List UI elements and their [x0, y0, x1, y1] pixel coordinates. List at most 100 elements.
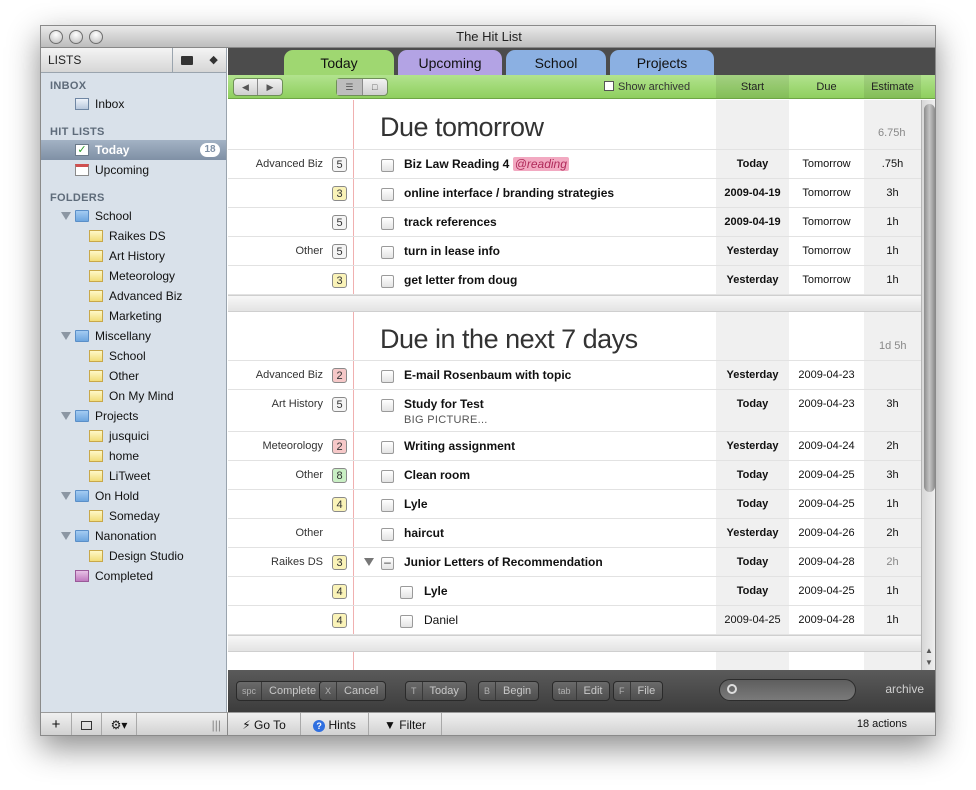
- task-title[interactable]: Lyle: [424, 584, 448, 598]
- priority-badge[interactable]: 3: [332, 273, 347, 288]
- scroll-up-arrow-icon[interactable]: ▲: [925, 646, 933, 655]
- task-checkbox[interactable]: [381, 188, 394, 201]
- priority-badge[interactable]: 4: [332, 613, 347, 628]
- list-art-history[interactable]: Art History: [41, 246, 226, 266]
- disclosure-triangle-icon[interactable]: [61, 532, 71, 540]
- zoom-window-button[interactable]: [89, 30, 103, 44]
- list-raikes-ds[interactable]: Raikes DS: [41, 226, 226, 246]
- file-button[interactable]: F File: [613, 681, 664, 701]
- priority-badge[interactable]: 3: [332, 555, 347, 570]
- archive-button[interactable]: archive: [885, 682, 924, 696]
- table-row[interactable]: 4 Daniel 2009-04-25 2009-04-28 1h: [228, 606, 921, 635]
- table-row[interactable]: 5 track references 2009-04-19 Tomorrow 1…: [228, 208, 921, 237]
- table-row[interactable]: Raikes DS 3 – Junior Letters of Recommen…: [228, 548, 921, 577]
- table-row[interactable]: Other 8 Clean room Today 2009-04-25 3h: [228, 461, 921, 490]
- task-title[interactable]: online interface / branding strategies: [404, 186, 614, 200]
- task-tag[interactable]: @reading: [512, 157, 569, 171]
- priority-badge[interactable]: 8: [332, 468, 347, 483]
- list-jusquici[interactable]: jusquici: [41, 426, 226, 446]
- disclosure-triangle-icon[interactable]: [61, 332, 71, 340]
- tab-school[interactable]: School: [506, 50, 606, 75]
- table-row[interactable]: Art History 5 Study for Test BIG PICTURE…: [228, 390, 921, 432]
- priority-badge[interactable]: 2: [332, 368, 347, 383]
- task-checkbox-partial[interactable]: –: [381, 556, 394, 570]
- action-menu-button[interactable]: ⚙▾: [102, 713, 137, 735]
- task-title[interactable]: track references: [404, 215, 497, 229]
- sidebar-item-inbox[interactable]: Inbox: [41, 94, 226, 114]
- task-title[interactable]: get letter from doug: [404, 273, 517, 287]
- task-checkbox[interactable]: [381, 441, 394, 454]
- list-school[interactable]: School: [41, 346, 226, 366]
- list-meteorology[interactable]: Meteorology: [41, 266, 226, 286]
- task-title[interactable]: Biz Law Reading 4 @reading: [404, 157, 569, 171]
- table-row[interactable]: Other haircut Yesterday 2009-04-26 2h: [228, 519, 921, 548]
- tab-upcoming[interactable]: Upcoming: [398, 50, 502, 75]
- card-view-icon[interactable]: □: [363, 79, 388, 95]
- folder-nanonation[interactable]: Nanonation: [41, 526, 226, 546]
- list-other[interactable]: Other: [41, 366, 226, 386]
- table-row[interactable]: 3 online interface / branding strategies…: [228, 179, 921, 208]
- task-checkbox[interactable]: [381, 470, 394, 483]
- task-title[interactable]: turn in lease info: [404, 244, 500, 258]
- task-title[interactable]: Junior Letters of Recommendation: [404, 555, 603, 569]
- tab-projects[interactable]: Projects: [610, 50, 714, 75]
- show-archived-toggle[interactable]: Show archived: [604, 81, 690, 93]
- vertical-scrollbar[interactable]: ▲ ▼: [921, 100, 935, 670]
- task-checkbox[interactable]: [381, 159, 394, 172]
- forward-arrow-icon[interactable]: ▶: [258, 79, 282, 95]
- list-marketing[interactable]: Marketing: [41, 306, 226, 326]
- task-checkbox[interactable]: [381, 217, 394, 230]
- sidebar-item-upcoming[interactable]: Upcoming: [41, 160, 226, 180]
- task-checkbox[interactable]: [400, 586, 413, 599]
- filter-button[interactable]: ▼ Filter: [369, 713, 442, 735]
- back-arrow-icon[interactable]: ◀: [234, 79, 258, 95]
- task-checkbox[interactable]: [400, 615, 413, 628]
- list-home[interactable]: home: [41, 446, 226, 466]
- priority-badge[interactable]: 4: [332, 584, 347, 599]
- table-row[interactable]: Advanced Biz 2 E-mail Rosenbaum with top…: [228, 361, 921, 390]
- priority-badge[interactable]: 3: [332, 186, 347, 201]
- table-row[interactable]: Advanced Biz 5 Biz Law Reading 4 @readin…: [228, 150, 921, 179]
- tag-icon[interactable]: ◆: [209, 48, 217, 72]
- complete-button[interactable]: spc Complete: [236, 681, 325, 701]
- task-title[interactable]: Writing assignment: [404, 439, 515, 453]
- scroll-thumb[interactable]: [924, 104, 935, 492]
- priority-badge[interactable]: 5: [332, 215, 347, 230]
- list-litweet[interactable]: LiTweet: [41, 466, 226, 486]
- folder-miscellany[interactable]: Miscellany: [41, 326, 226, 346]
- folder-school[interactable]: School: [41, 206, 226, 226]
- close-window-button[interactable]: [49, 30, 63, 44]
- begin-button[interactable]: B Begin: [478, 681, 540, 701]
- folder-on-hold[interactable]: On Hold: [41, 486, 226, 506]
- new-folder-icon[interactable]: [181, 55, 194, 65]
- hints-button[interactable]: ? Hints: [301, 713, 369, 735]
- task-checkbox[interactable]: [381, 499, 394, 512]
- task-checkbox[interactable]: [381, 399, 394, 412]
- table-row[interactable]: 4 Lyle Today 2009-04-25 1h: [228, 490, 921, 519]
- search-input[interactable]: [719, 679, 856, 701]
- cancel-button[interactable]: X Cancel: [319, 681, 387, 701]
- priority-badge[interactable]: 2: [332, 439, 347, 454]
- priority-badge[interactable]: 4: [332, 497, 347, 512]
- task-title[interactable]: Study for Test: [404, 397, 484, 411]
- table-row[interactable]: Meteorology 2 Writing assignment Yesterd…: [228, 432, 921, 461]
- show-archived-checkbox[interactable]: [604, 81, 614, 91]
- table-row[interactable]: Other 5 turn in lease info Yesterday Tom…: [228, 237, 921, 266]
- column-due-header[interactable]: Due: [789, 75, 864, 98]
- add-list-button[interactable]: +: [41, 713, 72, 735]
- sidebar-resize-handle[interactable]: |||: [137, 713, 228, 735]
- column-estimate-header[interactable]: Estimate: [864, 75, 921, 98]
- task-title[interactable]: haircut: [404, 526, 444, 540]
- disclosure-triangle-icon[interactable]: [61, 212, 71, 220]
- today-button[interactable]: T Today: [405, 681, 467, 701]
- column-start-header[interactable]: Start: [716, 75, 789, 98]
- table-row[interactable]: 3 get letter from doug Yesterday Tomorro…: [228, 266, 921, 295]
- sidebar-item-today[interactable]: ✓ Today 18: [41, 140, 226, 160]
- edit-button[interactable]: tab Edit: [552, 681, 611, 701]
- task-title[interactable]: Lyle: [404, 497, 428, 511]
- list-design-studio[interactable]: Design Studio: [41, 546, 226, 566]
- image-button[interactable]: [72, 713, 102, 735]
- task-title[interactable]: E-mail Rosenbaum with topic: [404, 368, 571, 382]
- table-row[interactable]: 4 Lyle Today 2009-04-25 1h: [228, 577, 921, 606]
- task-title[interactable]: Daniel: [424, 613, 458, 627]
